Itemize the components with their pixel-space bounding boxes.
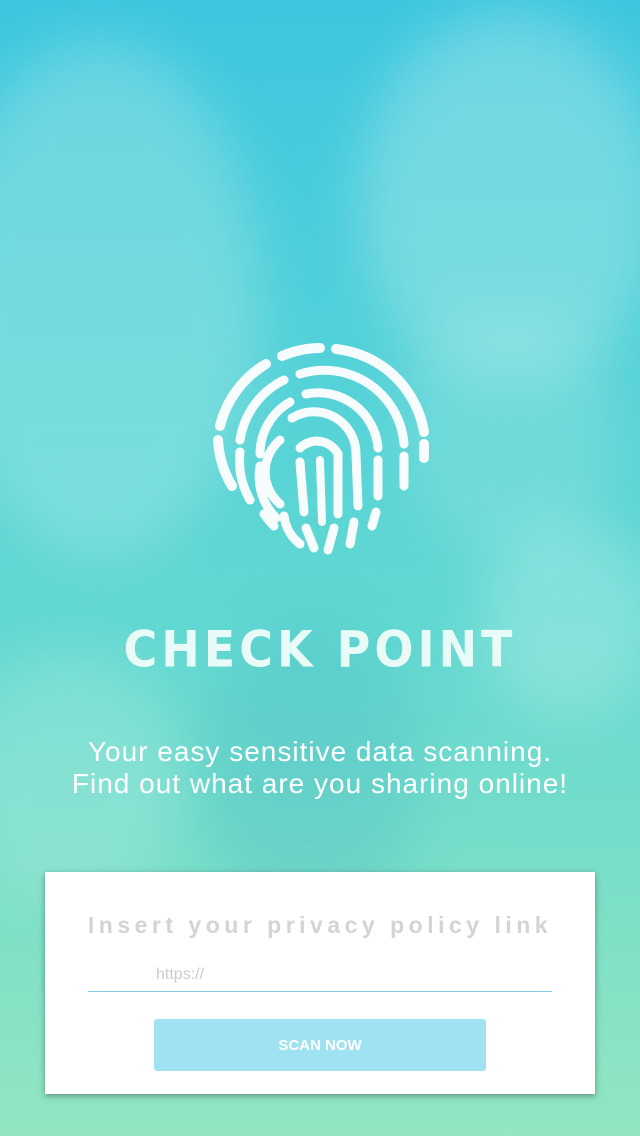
app-title: CHECK POINT [123,619,517,679]
scan-form-card: Insert your privacy policy link SCAN NOW [45,872,595,1094]
privacy-link-input[interactable] [88,958,552,992]
fingerprint-icon [213,343,429,555]
privacy-link-label: Insert your privacy policy link [87,912,553,938]
tagline-line-1: Your easy sensitive data scanning. [87,736,553,767]
scan-now-button[interactable]: SCAN NOW [154,1019,486,1071]
tagline-line-2: Find out what are you sharing online! [71,768,569,799]
